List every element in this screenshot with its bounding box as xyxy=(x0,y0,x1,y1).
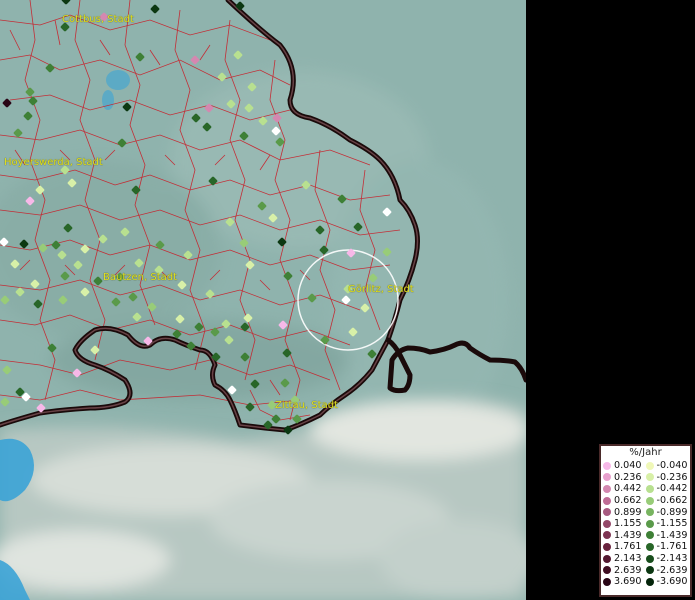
legend-value: 3.690 xyxy=(614,576,642,588)
legend-swatch-icon xyxy=(645,508,654,517)
legend-swatch-icon xyxy=(603,554,611,563)
legend-swatch-icon xyxy=(645,531,654,540)
legend-swatch-icon xyxy=(645,542,654,551)
legend-swatch-icon xyxy=(603,484,611,493)
legend-row: -1.761 xyxy=(645,541,689,553)
legend-value: 0.040 xyxy=(614,460,642,472)
legend-swatch-icon xyxy=(603,461,611,470)
legend-row: 1.439 xyxy=(603,530,646,542)
legend-swatch-icon xyxy=(645,566,654,575)
legend-value: -0.442 xyxy=(656,483,688,495)
legend-row: -0.899 xyxy=(645,506,689,518)
legend-row: -0.442 xyxy=(645,483,689,495)
legend-value: 0.442 xyxy=(614,483,642,495)
legend-swatch-icon xyxy=(645,519,654,528)
legend-value: 1.439 xyxy=(614,529,642,541)
legend-row: -3.690 xyxy=(645,576,689,588)
legend-row: -0.662 xyxy=(645,495,689,507)
legend-swatch-icon xyxy=(645,484,654,493)
legend-row: 2.639 xyxy=(603,564,646,576)
legend-value: 0.662 xyxy=(614,495,642,507)
map-canvas[interactable] xyxy=(0,0,526,600)
legend-value: -0.899 xyxy=(656,506,688,518)
legend-row: 1.155 xyxy=(603,518,646,530)
legend-swatch-icon xyxy=(603,508,611,517)
legend-row: -1.155 xyxy=(645,518,689,530)
legend-row: -0.040 xyxy=(645,460,689,472)
legend-swatch-icon xyxy=(603,473,611,482)
legend-title: %/Jahr xyxy=(629,447,662,458)
legend-value: -1.155 xyxy=(656,518,688,530)
legend-value: 2.639 xyxy=(614,564,642,576)
legend-swatch-icon xyxy=(645,554,654,563)
legend-row: 0.662 xyxy=(603,495,646,507)
legend-row: 3.690 xyxy=(603,576,646,588)
legend-swatch-icon xyxy=(645,461,654,470)
legend-row: -0.236 xyxy=(645,471,689,484)
legend-swatch-icon xyxy=(603,531,611,540)
city-label-bautzen[interactable]: Bautzen, Stadt xyxy=(103,272,177,283)
legend-value: 0.899 xyxy=(614,506,642,518)
legend-value: 2.143 xyxy=(614,553,642,565)
legend-row: 1.761 xyxy=(603,541,646,553)
legend: %/Jahr 0.040 0.236 0.442 0.662 0.899 1.155 1.4… xyxy=(599,444,692,597)
legend-negative-column: -0.040 -0.236 -0.442 -0.662 -0.899 -1.155 -1.4… xyxy=(645,460,689,588)
legend-row: 2.143 xyxy=(603,553,646,565)
legend-value: 1.155 xyxy=(614,518,642,530)
legend-value: -1.439 xyxy=(656,529,688,541)
legend-row: 0.899 xyxy=(603,506,646,518)
legend-row: -2.639 xyxy=(645,564,689,576)
city-label-hoyerswerda[interactable]: Hoyerswerda, Stadt xyxy=(4,157,103,168)
legend-swatch-icon xyxy=(603,577,611,586)
legend-value: -1.761 xyxy=(656,541,688,553)
legend-swatch-icon xyxy=(603,566,611,575)
legend-swatch-icon xyxy=(603,542,611,551)
legend-row: -1.439 xyxy=(645,529,689,542)
legend-value: -0.040 xyxy=(656,460,688,472)
legend-value: -0.236 xyxy=(656,471,688,483)
legend-value: 1.761 xyxy=(614,541,642,553)
legend-row: -2.143 xyxy=(645,553,689,565)
legend-swatch-icon xyxy=(645,577,654,586)
map-view[interactable]: Cottbus, Stadt Hoyerswerda, Stadt Bautze… xyxy=(0,0,526,600)
legend-value: -3.690 xyxy=(656,576,688,588)
legend-swatch-icon xyxy=(645,496,654,505)
legend-value: -0.662 xyxy=(656,495,688,507)
legend-value: -2.639 xyxy=(656,564,688,576)
legend-row: 0.040 xyxy=(603,460,646,472)
legend-swatch-icon xyxy=(603,496,611,505)
legend-row: 0.442 xyxy=(603,483,646,495)
city-label-cottbus[interactable]: Cottbus, Stadt xyxy=(62,14,134,25)
legend-swatch-icon xyxy=(645,473,654,482)
legend-positive-column: 0.040 0.236 0.442 0.662 0.899 1.155 1.439 1.761… xyxy=(603,460,646,588)
city-label-zittau[interactable]: Zittau, Stadt xyxy=(275,400,338,411)
legend-value: 0.236 xyxy=(614,471,642,483)
city-label-goerlitz[interactable]: Görlitz, Stadt xyxy=(348,284,414,295)
legend-row: 0.236 xyxy=(603,472,646,484)
legend-swatch-icon xyxy=(603,519,611,528)
legend-value: -2.143 xyxy=(656,553,688,565)
